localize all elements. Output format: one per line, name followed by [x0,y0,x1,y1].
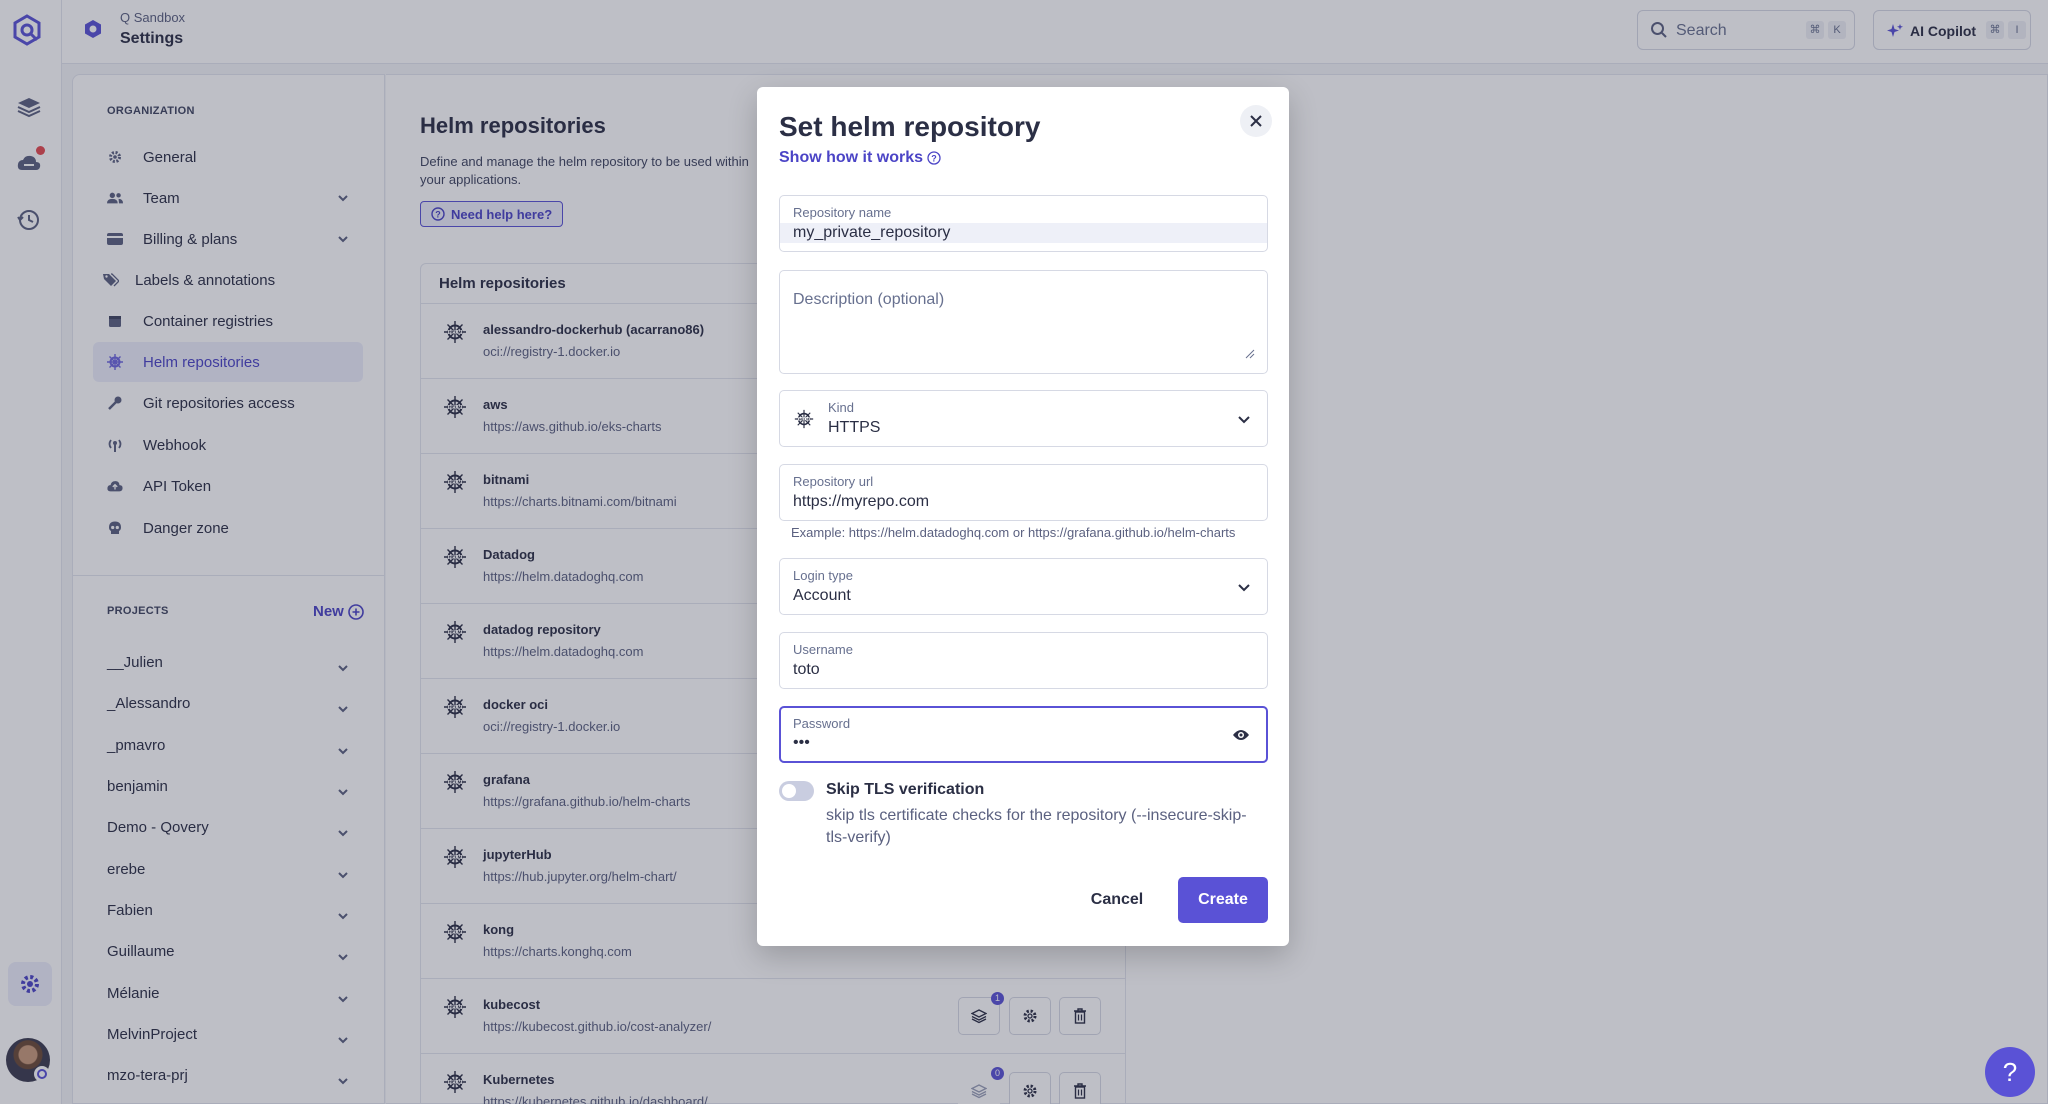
helm-icon: HELM [794,409,814,429]
field-value: my_private_repository [793,224,951,241]
show-how-it-works-link[interactable]: Show how it works ? [779,149,941,167]
url-hint: Example: https://helm.datadoghq.com or h… [791,525,1236,540]
login-type-select[interactable]: Login type Account [779,558,1268,615]
close-icon [1250,115,1262,127]
close-button[interactable] [1240,105,1272,137]
svg-text:HELM: HELM [799,417,810,421]
field-value: toto [793,661,820,678]
resize-handle-icon [1245,349,1255,359]
create-button[interactable]: Create [1178,877,1268,923]
svg-text:?: ? [931,154,937,164]
modal-title: Set helm repository [779,111,1041,142]
username-field[interactable]: Username toto [779,632,1268,689]
field-label: Repository name [793,205,892,220]
field-label: Password [793,716,851,731]
question-mark-icon: ? [2002,1056,2018,1087]
toggle-knob [782,784,796,798]
description-field[interactable]: Description (optional) [779,270,1268,374]
question-circle-icon: ? [927,151,941,165]
field-value: ••• [793,734,810,751]
chevron-down-icon [1238,584,1250,592]
help-chat-button[interactable]: ? [1985,1047,2035,1097]
show-how-label: Show how it works [779,149,924,166]
skip-tls-title: Skip TLS verification [826,781,985,798]
eye-icon [1233,730,1249,740]
field-label: Username [793,642,853,657]
field-placeholder: Description (optional) [793,291,945,308]
field-label: Repository url [793,474,874,489]
field-value: HTTPS [828,419,881,436]
field-value: Account [793,587,851,604]
skip-tls-toggle[interactable] [779,781,814,801]
set-helm-repository-modal: Set helm repository Show how it works ? … [757,87,1289,946]
field-label: Kind [828,400,855,415]
password-field[interactable]: Password ••• [779,706,1268,763]
kind-select[interactable]: HELM Kind HTTPS [779,390,1268,447]
skip-tls-description: skip tls certificate checks for the repo… [826,807,1247,846]
field-value: https://myrepo.com [793,493,930,510]
cancel-button[interactable]: Cancel [1082,877,1152,923]
repository-name-field[interactable]: Repository name my_private_repository [779,195,1268,252]
repository-url-field[interactable]: Repository url https://myrepo.com [779,464,1268,521]
chevron-down-icon [1238,416,1250,424]
field-label: Login type [793,568,853,583]
